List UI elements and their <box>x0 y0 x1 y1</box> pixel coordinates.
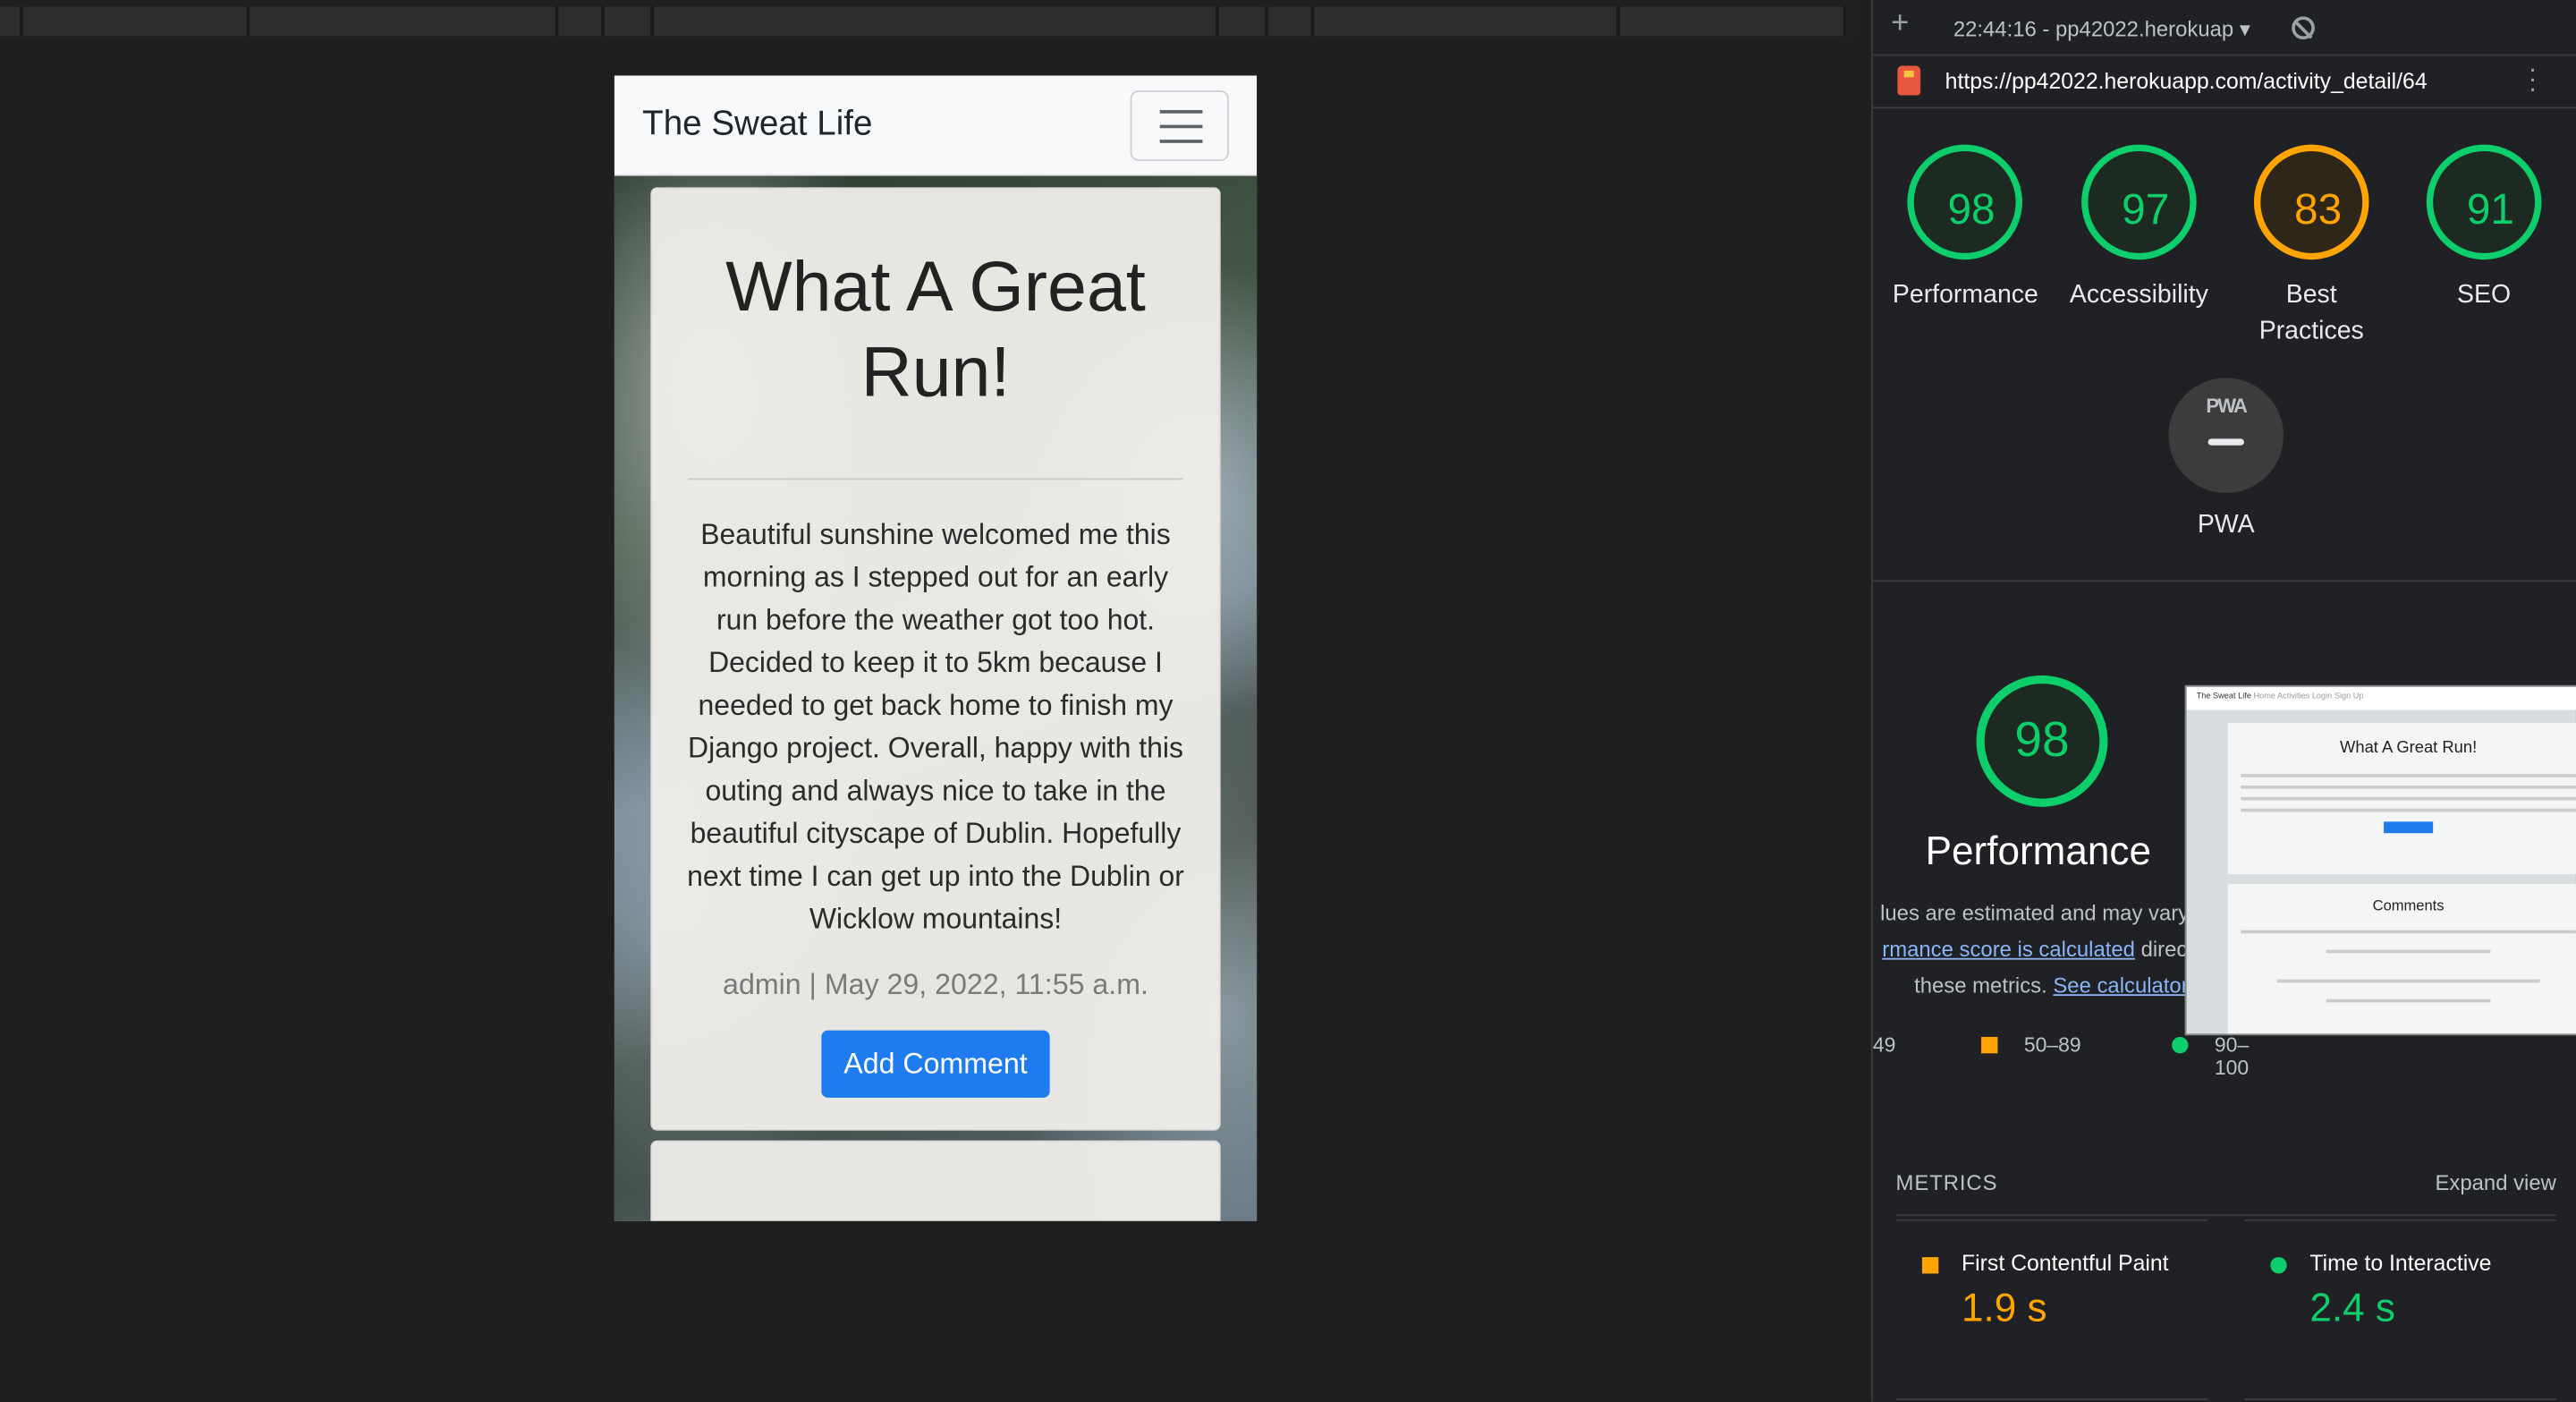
comments-card <box>650 1140 1221 1221</box>
divider <box>1872 580 2576 582</box>
hamburger-icon <box>1159 110 1203 114</box>
score-calculated-link[interactable]: rmance score is calculated <box>1882 937 2135 962</box>
metric-value: 2.4 s <box>2309 1287 2395 1331</box>
metric-value: 1.9 s <box>1962 1287 2047 1331</box>
device-toolbar-ruler <box>0 0 1857 40</box>
gauge-accessibility[interactable]: 97 Accessibility <box>2060 144 2217 314</box>
menu-toggle-button[interactable] <box>1130 90 1229 161</box>
metric-first-contentful-paint: First Contentful Paint 1.9 s <box>1895 1219 2208 1400</box>
gauge-seo[interactable]: 91 SEO <box>2411 144 2556 314</box>
performance-heading: Performance <box>1925 829 2151 875</box>
report-time: 22:44:16 - pp42022.herokuap <box>1953 16 2234 41</box>
score-value: 98 <box>1947 183 1996 234</box>
thumb-comments-card: Comments <box>2227 884 2576 1034</box>
more-options-icon[interactable]: · · · <box>2529 56 2538 102</box>
gauge-performance[interactable]: 98 Performance <box>1892 144 2038 314</box>
pwa-icon: PWA <box>2206 394 2248 418</box>
hamburger-icon-bar <box>1159 140 1203 143</box>
legend-low: 49 <box>1872 1033 1896 1057</box>
metric-name: First Contentful Paint <box>1962 1250 2169 1276</box>
final-screenshot-thumbnail[interactable]: The Sweat Life Home Activities Login Sig… <box>2184 684 2576 1036</box>
gauge-label: Accessibility <box>2069 281 2208 310</box>
desc-line: lues are estimated and may vary. <box>1880 900 2193 926</box>
lighthouse-toolbar: + 22:44:16 - pp42022.herokuap ▾ <box>1872 0 2576 56</box>
expand-view-toggle[interactable]: Expand view <box>2436 1170 2556 1195</box>
orange-square-icon <box>1921 1257 1939 1274</box>
divider <box>688 478 1183 480</box>
activity-title: What A Great Run! <box>725 248 1146 413</box>
green-circle-icon <box>2270 1257 2287 1274</box>
report-selector[interactable]: 22:44:16 - pp42022.herokuap ▾ <box>1953 16 2250 42</box>
screen: The Sweat Life What A Great Run! Beautif… <box>0 0 2576 1402</box>
green-circle-icon <box>2172 1036 2189 1054</box>
score-value: 83 <box>2294 183 2343 234</box>
thumb-brand: The Sweat Life <box>2196 692 2251 702</box>
thumb-button <box>2384 821 2434 834</box>
activity-meta: admin | May 29, 2022, 11:55 a.m. <box>723 967 1148 1001</box>
report-url[interactable]: https://pp42022.herokuapp.com/activity_d… <box>1945 69 2428 94</box>
metrics-header: METRICS Expand view <box>1895 1169 2556 1217</box>
legend-high: 90–100 <box>2214 1033 2250 1080</box>
performance-description: lues are estimated and may vary. rmance … <box>1873 896 2193 1004</box>
gauge-label: SEO <box>2457 281 2512 310</box>
score-value: 91 <box>2466 183 2514 234</box>
plus-icon[interactable]: + <box>1891 6 1909 42</box>
url-bar: https://pp42022.herokuapp.com/activity_d… <box>1872 55 2576 109</box>
thumb-card: What A Great Run! <box>2227 723 2576 875</box>
thumb-navbar: The Sweat Life Home Activities Login Sig… <box>2186 686 2576 710</box>
brand-link[interactable]: The Sweat Life <box>642 106 872 145</box>
orange-square-icon <box>1981 1036 1998 1054</box>
gauge-label: Best Practices <box>2258 281 2364 345</box>
metrics-title: METRICS <box>1895 1169 1998 1195</box>
metric-time-to-interactive: Time to Interactive 2.4 s <box>2243 1219 2556 1400</box>
thumb-comments-title: Comments <box>2372 896 2445 914</box>
metric-name: Time to Interactive <box>2309 1250 2492 1276</box>
dash-icon <box>2207 438 2244 446</box>
thumb-nav: Home Activities Login Sign Up <box>2253 692 2364 702</box>
gauge-pwa[interactable]: PWA PWA <box>2168 378 2284 540</box>
legend-mid: 50–89 <box>2023 1033 2081 1057</box>
performance-score-large: 98 <box>1976 675 2108 807</box>
mobile-viewport: The Sweat Life What A Great Run! Beautif… <box>614 75 1258 1221</box>
score-value: 97 <box>2122 183 2170 234</box>
pwa-badge: PWA <box>2168 378 2284 494</box>
thumb-title: What A Great Run! <box>2340 739 2478 758</box>
lighthouse-panel: + 22:44:16 - pp42022.herokuap ▾ https://… <box>1871 0 2576 1402</box>
gauge-label: Performance <box>1892 281 2038 310</box>
add-comment-button[interactable]: Add Comment <box>820 1030 1051 1098</box>
gauge-label: PWA <box>2197 511 2255 540</box>
activity-body: Beautiful sunshine welcomed me this morn… <box>687 517 1184 936</box>
activity-card: What A Great Run! Beautiful sunshine wel… <box>650 187 1221 1131</box>
clear-icon[interactable] <box>2292 16 2315 40</box>
desc-line: these metrics. <box>1914 973 2054 998</box>
score-legend: 49 50–89 90–100 <box>1872 1033 2249 1079</box>
lighthouse-icon <box>1897 65 1921 96</box>
hamburger-icon-bar <box>1159 124 1203 129</box>
see-calculator-link[interactable]: See calculator. <box>2053 973 2193 998</box>
dropdown-arrow-icon: ▾ <box>2239 16 2250 41</box>
gauge-best-practices[interactable]: 83 Best Practices <box>2239 144 2384 351</box>
navbar: The Sweat Life <box>614 75 1258 176</box>
